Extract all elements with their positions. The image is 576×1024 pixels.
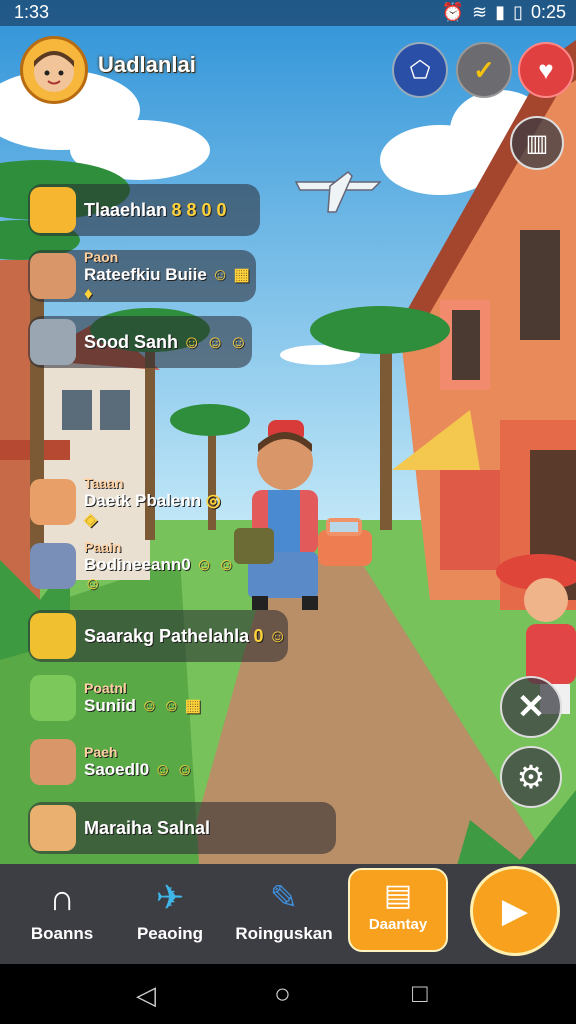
back-icon[interactable]: ◁ bbox=[136, 980, 156, 1011]
chat-emoji: ☺ ☺ ☺ bbox=[182, 331, 248, 352]
settings-button[interactable]: ⚙ bbox=[500, 746, 562, 808]
chat-text: Sood Sanh bbox=[84, 331, 178, 352]
chat-text: Maraiha Salnal bbox=[84, 817, 211, 838]
signal-icon: ▮ bbox=[495, 2, 506, 22]
bottom-nav: ∩ Boanns ✈ Peaoing ✎ Roinguskan ▤ Daanta… bbox=[0, 864, 576, 964]
chat-row[interactable]: Maraiha Salnal bbox=[28, 802, 336, 854]
nav-item-peaoing[interactable]: ✈ Peaoing bbox=[122, 864, 218, 964]
alarm-icon: ⏰ bbox=[441, 2, 465, 22]
chat-avatar bbox=[30, 253, 76, 299]
chat-text: Daetk Pbalenn bbox=[84, 490, 202, 510]
game-scene: 1:33 ⏰ ≋ ▮ ▯ 0:25 Uadlanlai ⬠ ✓ ♥ ▥ Tlaa… bbox=[0, 0, 576, 1024]
chat-row[interactable]: Paeh Saoedl0 ☺ ☺ bbox=[28, 736, 208, 788]
chat-row[interactable]: Saarakg Pathelahla 0 ☺ bbox=[28, 610, 288, 662]
system-navigation-bar: ◁ ○ □ bbox=[0, 964, 576, 1024]
shield-icon: ⬠ bbox=[409, 56, 431, 84]
player-name: Uadlanlai bbox=[98, 52, 196, 77]
gear-icon: ⚙ bbox=[516, 759, 546, 795]
chat-sender: Taaan bbox=[84, 474, 124, 491]
home-icon: ∩ bbox=[49, 877, 75, 918]
nav-label: Daantay bbox=[368, 916, 428, 933]
trash-icon: ▥ bbox=[525, 129, 549, 157]
play-icon: ▶ bbox=[501, 892, 529, 930]
trash-button[interactable]: ▥ bbox=[510, 116, 564, 170]
chat-text: Suniid bbox=[84, 696, 136, 715]
battery-icon: ▯ bbox=[513, 2, 523, 22]
chat-row[interactable]: Tlaaehlan 8 8 0 0 bbox=[28, 184, 260, 236]
chat-row[interactable]: Sood Sanh ☺ ☺ ☺ bbox=[28, 316, 252, 368]
chat-emoji: 8 8 0 0 bbox=[171, 199, 227, 220]
shield-button[interactable]: ⬠ bbox=[392, 42, 448, 98]
chat-avatar bbox=[30, 805, 76, 851]
chat-avatar bbox=[30, 739, 76, 785]
status-clock: 0:25 bbox=[530, 2, 566, 22]
heart-button[interactable]: ♥ bbox=[518, 42, 574, 98]
close-icon: ✕ bbox=[516, 688, 546, 726]
chat-text: Saarakg Pathelahla bbox=[84, 625, 250, 646]
chat-text: Rateefkiu Buiie bbox=[84, 264, 207, 284]
pen-icon: ✎ bbox=[269, 879, 299, 917]
nav-item-boanns[interactable]: ∩ Boanns bbox=[14, 864, 110, 964]
chat-sender: Poatnl bbox=[84, 680, 127, 696]
home-circle-icon[interactable]: ○ bbox=[274, 978, 291, 1010]
status-bar: 1:33 ⏰ ≋ ▮ ▯ 0:25 bbox=[0, 0, 576, 26]
heart-icon: ♥ bbox=[538, 54, 554, 85]
chat-emoji: ☺ ☺ bbox=[153, 760, 194, 779]
recents-icon[interactable]: □ bbox=[412, 978, 428, 1009]
chat-avatar bbox=[30, 187, 76, 233]
play-button[interactable]: ▶ bbox=[470, 866, 560, 956]
chat-emoji: 0 ☺ bbox=[253, 625, 287, 646]
nav-item-roinguskan[interactable]: ✎ Roinguskan bbox=[232, 864, 336, 964]
chat-sender: Paeh bbox=[84, 744, 118, 760]
status-time: 1:33 bbox=[14, 2, 50, 22]
pencil-icon bbox=[30, 613, 76, 659]
trophy-button[interactable]: ✓ bbox=[456, 42, 512, 98]
chat-avatar bbox=[30, 319, 76, 365]
avatar-face-icon bbox=[34, 51, 74, 92]
chat-emoji: ☺ ☺ ▦ bbox=[140, 696, 201, 715]
close-button[interactable]: ✕ bbox=[500, 676, 562, 738]
nav-item-daantay[interactable]: ▤ Daantay bbox=[348, 868, 448, 952]
chat-row[interactable]: Paain Bodineeann0 ☺ ☺ ☺ bbox=[28, 538, 242, 593]
nav-label: Boanns bbox=[30, 924, 94, 943]
chat-text: Saoedl0 bbox=[84, 760, 150, 779]
nav-label: Roinguskan bbox=[235, 924, 333, 943]
chat-avatar bbox=[30, 543, 76, 589]
chat-text: Tlaaehlan bbox=[84, 199, 168, 220]
chat-sender: Paain bbox=[84, 538, 122, 555]
chat-avatar bbox=[30, 479, 76, 525]
player-avatar[interactable] bbox=[20, 36, 88, 104]
clipboard-icon: ▤ bbox=[383, 879, 413, 912]
plane-icon: ✈ bbox=[155, 879, 185, 917]
chat-sender: Paon bbox=[84, 248, 119, 265]
chat-text: Bodineeann0 bbox=[84, 554, 191, 574]
wifi-icon: ≋ bbox=[472, 2, 488, 22]
chat-row[interactable]: Taaan Daetk Pbalenn ◎ ◈ bbox=[28, 474, 238, 529]
nav-label: Peaoing bbox=[136, 924, 204, 943]
chat-avatar bbox=[30, 675, 76, 721]
check-icon: ✓ bbox=[473, 54, 495, 85]
chat-row[interactable]: Poatnl Suniid ☺ ☺ ▦ bbox=[28, 672, 218, 724]
chat-row[interactable]: Paon Rateefkiu Buiie ☺ ▦ ♦ bbox=[28, 248, 256, 303]
